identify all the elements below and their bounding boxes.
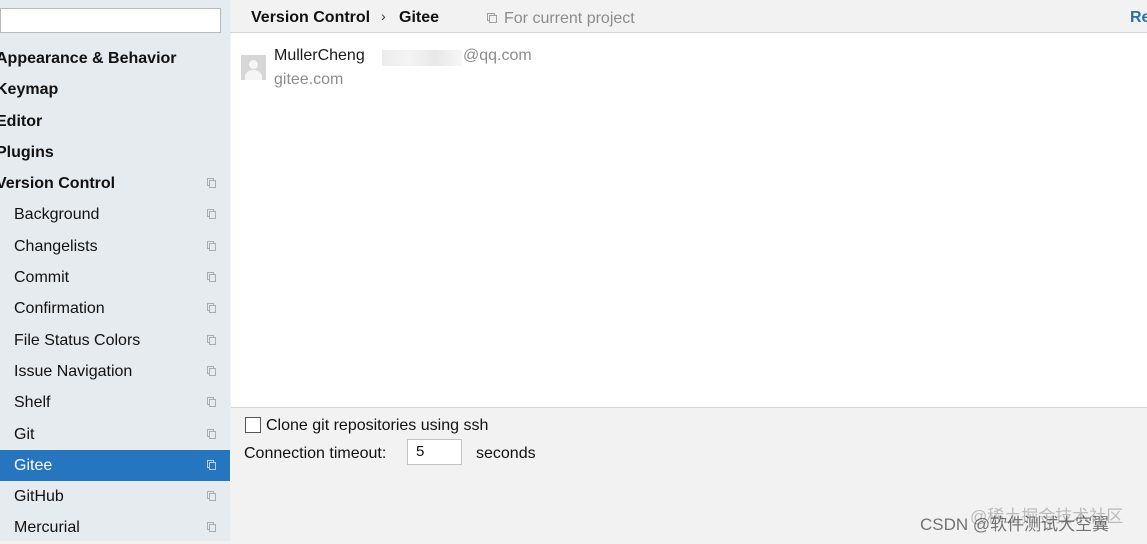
nav-label: Git [14,425,35,443]
nav-item-version-control[interactable]: Version Control [0,168,230,199]
nav-label: Shelf [14,394,51,412]
copy-icon [207,428,216,439]
copy-icon [207,334,216,345]
nav-label: Editor [0,112,43,130]
nav-item-mercurial[interactable]: Mercurial [0,512,230,543]
nav-item-git[interactable]: Git [0,419,230,450]
watermark: CSDN @软件测试大空翼 [920,515,1110,534]
nav-item-changelists[interactable]: Changelists [0,231,230,262]
nav-label: Changelists [14,237,98,255]
copy-icon [207,272,216,283]
copy-icon [207,303,216,314]
copy-icon [207,397,216,408]
nav-label: Gitee [14,456,53,474]
avatar-icon [241,55,266,80]
copy-icon [207,491,216,502]
copy-icon [207,178,216,189]
nav-label: Issue Navigation [14,362,133,380]
copy-icon [207,209,216,220]
account-server: gitee.com [274,71,344,88]
nav-item-background[interactable]: Background [0,199,230,230]
nav-item-github[interactable]: GitHub [0,481,230,512]
nav-label: File Status Colors [14,331,141,349]
settings-nav: Appearance & Behavior Keymap Editor Plug… [0,43,230,544]
nav-item-commit[interactable]: Commit [0,262,230,293]
nav-label: Commit [14,269,70,287]
copy-icon [207,522,216,533]
nav-label: Keymap [0,81,59,99]
redacted-email [382,50,462,66]
project-scope-icon [487,13,497,23]
scope-label: For current project [504,10,635,27]
timeout-input[interactable]: 5 [407,439,462,465]
nav-item-plugins[interactable]: Plugins [0,137,230,168]
nav-label: Plugins [0,143,54,161]
nav-label: Mercurial [14,519,80,537]
nav-item-confirmation[interactable]: Confirmation [0,293,230,324]
account-name: MullerCheng [274,47,365,64]
nav-item-appearance[interactable]: Appearance & Behavior [0,43,230,74]
breadcrumb-current: Gitee [399,9,440,26]
account-email: @qq.com [463,47,532,64]
settings-sidebar: Appearance & Behavior Keymap Editor Plug… [0,0,230,541]
nav-item-gitee[interactable]: Gitee [0,449,230,482]
nav-item-file-status-colors[interactable]: File Status Colors [0,325,230,356]
nav-label: Version Control [0,175,116,193]
timeout-unit: seconds [476,445,536,462]
nav-item-issue-navigation[interactable]: Issue Navigation [0,356,230,387]
copy-icon [207,459,216,470]
nav-label: Background [14,206,100,224]
nav-label: GitHub [14,488,64,506]
nav-label: Confirmation [14,300,105,318]
nav-item-editor[interactable]: Editor [0,106,230,137]
accounts-panel: MullerCheng @qq.com gitee.com [231,33,1147,408]
chevron-right-icon: › [381,8,386,24]
breadcrumb-parent[interactable]: Version Control [251,9,370,27]
settings-header: Version Control › Gitee For current proj… [230,0,1147,33]
copy-icon [207,365,216,376]
search-input[interactable] [0,8,221,33]
nav-item-shelf[interactable]: Shelf [0,387,230,418]
reset-link[interactable]: Re [1130,9,1147,27]
clone-ssh-checkbox[interactable] [245,417,261,433]
nav-item-keymap[interactable]: Keymap [0,74,230,105]
timeout-label: Connection timeout: [244,445,387,462]
nav-label: Appearance & Behavior [0,50,177,67]
clone-ssh-label[interactable]: Clone git repositories using ssh [266,417,488,435]
copy-icon [207,240,216,251]
